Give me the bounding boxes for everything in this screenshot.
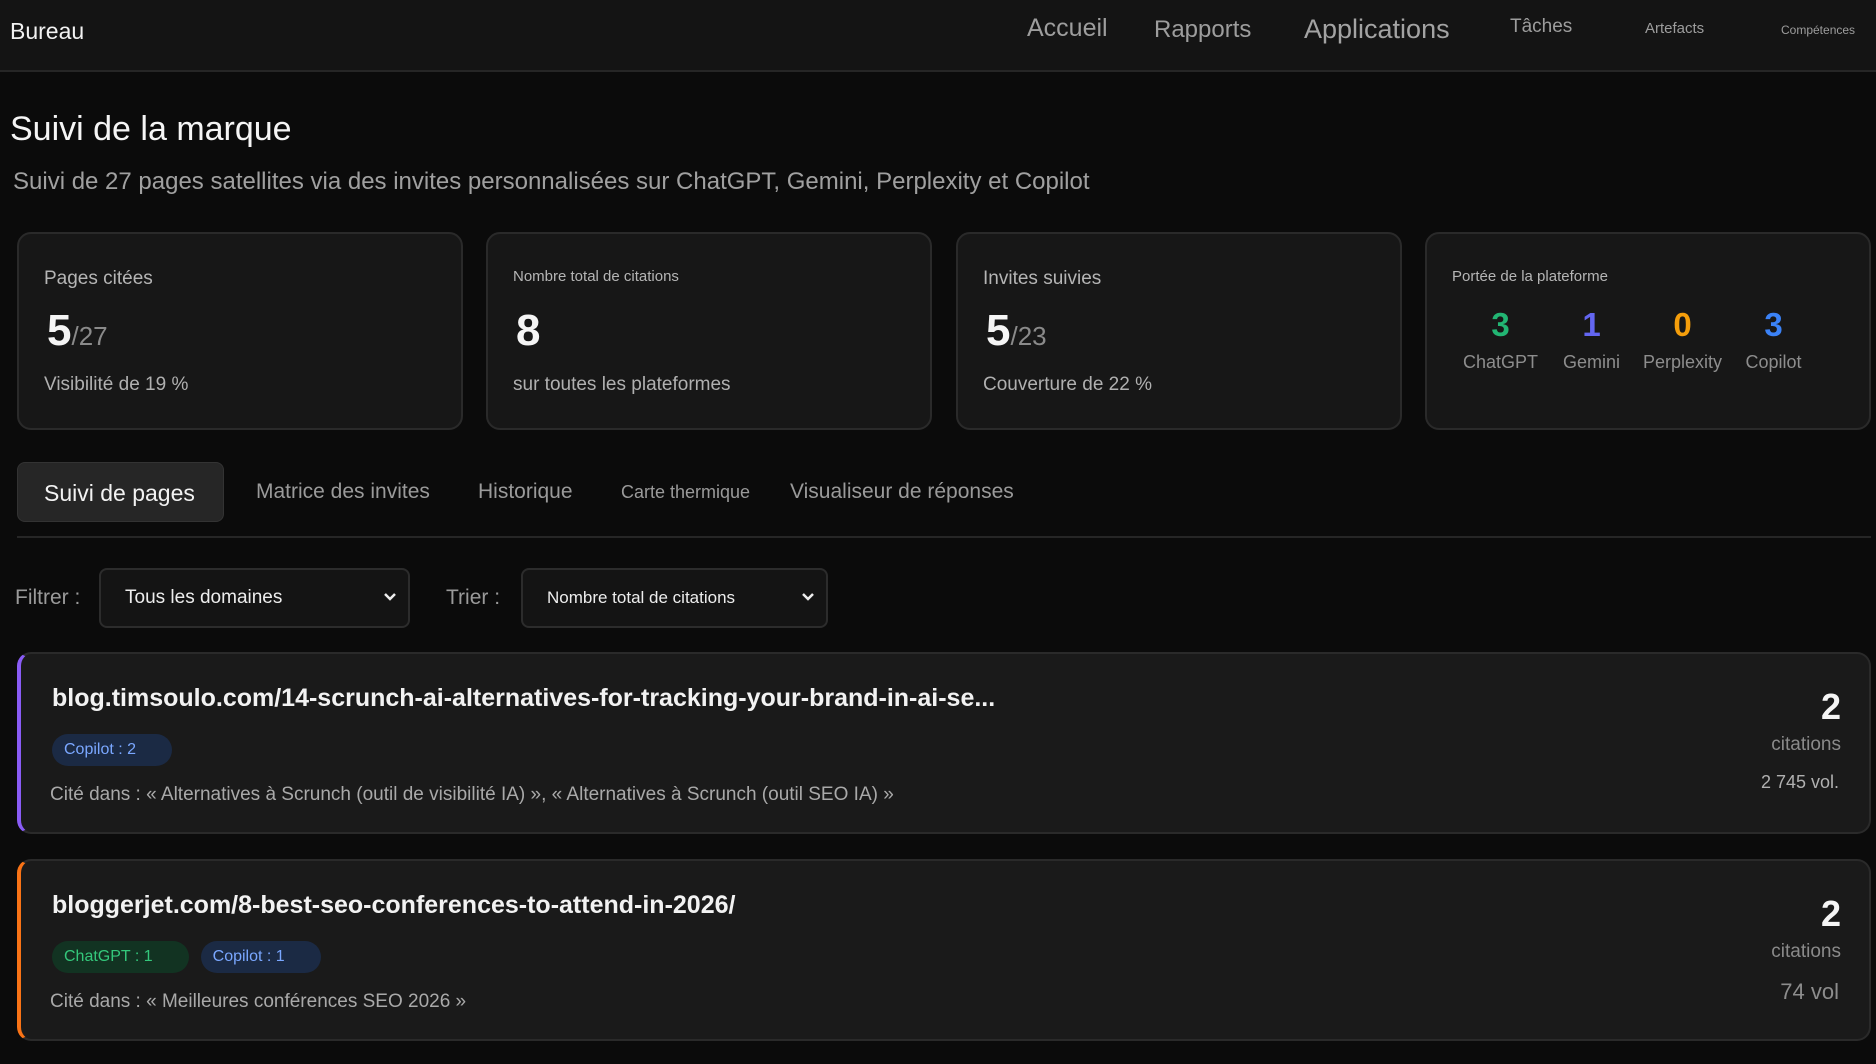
page-result-row[interactable]: bloggerjet.com/8-best-seo-conferences-to… — [17, 859, 1871, 1041]
platform-badges: ChatGPT : 1 Copilot : 1 — [52, 941, 321, 973]
tab-heatmap[interactable]: Carte thermique — [621, 462, 750, 522]
stat-label: Nombre total de citations — [513, 268, 679, 285]
citation-count: 2 — [1820, 686, 1841, 727]
page-subtitle: Suivi de 27 pages satellites via des inv… — [13, 168, 1090, 195]
platform-name: ChatGPT — [1462, 352, 1539, 372]
page-url[interactable]: blog.timsoulo.com/14-scrunch-ai-alternat… — [52, 684, 995, 713]
stat-subtext: Visibilité de 19 % — [44, 374, 189, 395]
platform-copilot: 3 Copilot — [1728, 306, 1819, 373]
platform-badges: Copilot : 2 — [52, 734, 173, 766]
stat-label: Invites suivies — [983, 268, 1102, 289]
platform-name: Copilot — [1745, 352, 1802, 372]
stat-value-denominator: /23 — [1010, 321, 1047, 351]
filter-label: Filtrer : — [15, 586, 81, 609]
platform-chatgpt: 3 ChatGPT — [1455, 306, 1546, 373]
chatgpt-badge: ChatGPT : 1 — [52, 941, 189, 973]
page-title: Suivi de la marque — [10, 110, 292, 148]
citation-count-label: citations — [1771, 734, 1841, 755]
platform-count: 0 — [1673, 306, 1692, 343]
search-volume: 74 vol — [1780, 979, 1839, 1004]
nav-competences[interactable]: Compétences — [1781, 23, 1855, 37]
citation-count: 2 — [1820, 893, 1841, 934]
platform-gemini: 1 Gemini — [1546, 306, 1637, 373]
sort-select[interactable]: Nombre total de citations — [521, 568, 828, 628]
stat-value: 5/27 — [47, 306, 108, 356]
sort-label: Trier : — [446, 586, 501, 609]
stat-value-number: 5 — [986, 306, 1011, 355]
citation-count-label: citations — [1771, 941, 1841, 962]
stat-card-tracked-prompts: Invites suivies 5/23 Couverture de 22 % — [956, 232, 1402, 430]
cited-in-text: Cité dans : « Alternatives à Scrunch (ou… — [50, 784, 894, 805]
search-volume: 2 745 vol. — [1760, 772, 1839, 792]
copilot-badge: Copilot : 1 — [200, 941, 321, 973]
stat-value-number: 8 — [516, 306, 541, 355]
stat-card-total-citations: Nombre total de citations 8 sur toutes l… — [486, 232, 932, 430]
stat-value: 5/23 — [986, 306, 1047, 356]
nav-taches[interactable]: Tâches — [1510, 16, 1572, 38]
copilot-badge: Copilot : 2 — [52, 734, 173, 766]
stat-card-pages-cited: Pages citées 5/27 Visibilité de 19 % — [17, 232, 463, 430]
chevron-down-icon — [382, 570, 398, 650]
stat-label: Pages citées — [44, 268, 153, 289]
tab-page-tracking[interactable]: Suivi de pages — [17, 462, 224, 522]
page-url[interactable]: bloggerjet.com/8-best-seo-conferences-to… — [52, 891, 735, 920]
stat-subtext: Couverture de 22 % — [983, 374, 1152, 395]
stat-card-platform-reach: Portée de la plateforme 3 ChatGPT 1 Gemi… — [1425, 232, 1871, 430]
chevron-down-icon — [800, 570, 816, 650]
nav-rapports[interactable]: Rapports — [1154, 16, 1251, 44]
platform-name: Perplexity — [1642, 352, 1723, 372]
platform-grid: 3 ChatGPT 1 Gemini 0 Perplexity 3 Copilo… — [1455, 306, 1819, 373]
nav-accueil[interactable]: Accueil — [1027, 14, 1108, 43]
platform-count: 3 — [1764, 306, 1783, 343]
tab-history[interactable]: Historique — [478, 462, 573, 522]
stat-value-denominator: /27 — [71, 321, 108, 351]
stat-label: Portée de la plateforme — [1452, 268, 1608, 285]
tab-bar: Suivi de pages Matrice des invites Histo… — [17, 462, 1871, 538]
platform-count: 1 — [1582, 306, 1601, 343]
brand-title[interactable]: Bureau — [10, 18, 84, 45]
sort-value: Nombre total de citations — [547, 588, 736, 607]
platform-name: Gemini — [1562, 352, 1620, 372]
nav-applications[interactable]: Applications — [1304, 14, 1450, 45]
domain-filter-value: Tous les domaines — [125, 587, 283, 608]
tab-response-viewer[interactable]: Visualiseur de réponses — [790, 462, 1014, 522]
page-result-row[interactable]: blog.timsoulo.com/14-scrunch-ai-alternat… — [17, 652, 1871, 834]
stat-value-number: 5 — [47, 306, 72, 355]
nav-artefacts[interactable]: Artefacts — [1645, 20, 1704, 37]
stat-subtext: sur toutes les plateformes — [513, 374, 731, 395]
domain-filter-select[interactable]: Tous les domaines — [99, 568, 410, 628]
top-navigation-bar: Bureau Accueil Rapports Applications Tâc… — [0, 0, 1876, 72]
cited-in-text: Cité dans : « Meilleures conférences SEO… — [50, 991, 467, 1012]
tab-prompt-matrix[interactable]: Matrice des invites — [256, 462, 430, 522]
platform-perplexity: 0 Perplexity — [1637, 306, 1728, 373]
platform-count: 3 — [1491, 306, 1510, 343]
